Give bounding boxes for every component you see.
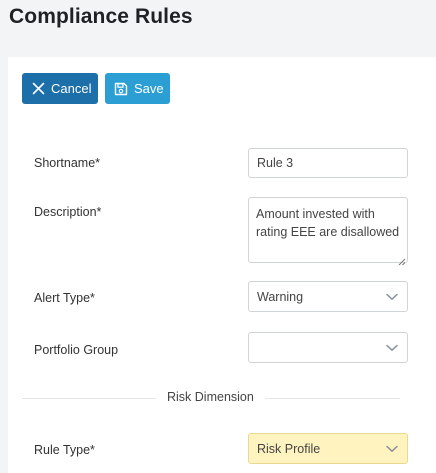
rule-type-select[interactable]: Risk Profile bbox=[248, 433, 408, 464]
alert-type-value: Warning bbox=[257, 289, 304, 304]
resize-handle-icon[interactable] bbox=[398, 253, 406, 266]
chevron-down-icon bbox=[385, 341, 399, 355]
save-icon bbox=[113, 81, 129, 97]
portfolio-group-select[interactable] bbox=[248, 332, 408, 363]
shortname-label: Shortname* bbox=[34, 156, 101, 170]
cancel-button-label: Cancel bbox=[51, 81, 92, 96]
chevron-down-icon bbox=[385, 290, 399, 304]
page-title: Compliance Rules bbox=[9, 5, 193, 28]
chevron-down-icon bbox=[385, 442, 399, 456]
risk-dimension-heading: Risk Dimension bbox=[156, 390, 265, 404]
description-label: Description* bbox=[34, 205, 102, 219]
shortname-value: Rule 3 bbox=[257, 156, 294, 170]
alert-type-label: Alert Type* bbox=[34, 291, 95, 305]
alert-type-select[interactable]: Warning bbox=[248, 281, 408, 312]
rule-type-value: Risk Profile bbox=[257, 441, 321, 456]
portfolio-group-label: Portfolio Group bbox=[34, 343, 119, 357]
description-value: Amount invested with rating EEE are disa… bbox=[256, 207, 400, 239]
description-textarea[interactable]: Amount invested with rating EEE are disa… bbox=[248, 197, 408, 266]
rule-type-label: Rule Type* bbox=[34, 443, 95, 457]
close-icon bbox=[30, 81, 46, 97]
save-button-label: Save bbox=[134, 81, 164, 96]
rule-form-card: Cancel Save Shortname* Rule 3 Descriptio… bbox=[8, 57, 436, 473]
save-button[interactable]: Save bbox=[105, 73, 170, 104]
shortname-input[interactable]: Rule 3 bbox=[248, 148, 408, 178]
cancel-button[interactable]: Cancel bbox=[22, 73, 98, 104]
